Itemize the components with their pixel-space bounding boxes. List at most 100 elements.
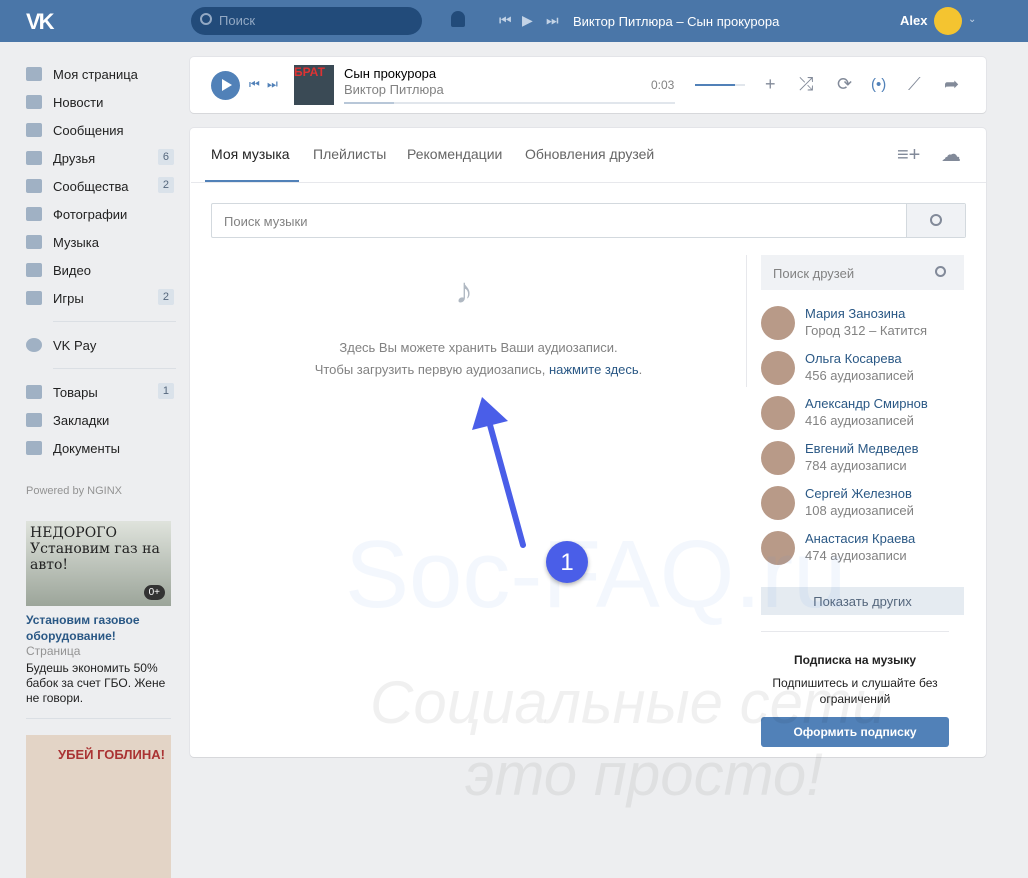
vkpay-icon <box>26 338 42 352</box>
play-button[interactable] <box>211 71 240 100</box>
friend-avatar[interactable] <box>761 351 795 385</box>
next-icon[interactable]: ⏭ <box>267 77 278 92</box>
group-icon <box>26 179 42 193</box>
empty-state: Здесь Вы можете хранить Ваши аудиозаписи… <box>314 340 643 377</box>
track-artist[interactable]: Виктор Питлюра <box>344 82 444 97</box>
header-now-playing[interactable]: Виктор Питлюра – Сын прокурора <box>573 14 779 29</box>
sidebar-item-bookmarks[interactable]: Закладки <box>26 406 176 434</box>
shuffle-icon[interactable]: ⤮ <box>799 74 813 95</box>
friend-name[interactable]: Мария Занозина <box>805 306 905 321</box>
sidebar-item-goods[interactable]: Товары 1 <box>26 378 176 406</box>
star-icon <box>26 413 42 427</box>
sidebar-item-video[interactable]: Видео <box>26 256 176 284</box>
friend-subtitle: 474 аудиозаписи <box>805 548 907 563</box>
search-icon <box>200 13 212 25</box>
sidebar-item-communities[interactable]: Сообщества 2 <box>26 172 176 200</box>
music-icon <box>26 235 42 249</box>
friend-name[interactable]: Евгений Медведев <box>805 441 919 456</box>
share-icon[interactable]: ➦ <box>944 74 959 95</box>
sidebar-item-photos[interactable]: Фотографии <box>26 200 176 228</box>
subscription-block: Подписка на музыку Подпишитесь и слушайте… <box>761 631 949 707</box>
sidebar-item-messages[interactable]: Сообщения <box>26 116 176 144</box>
play-icon[interactable]: ▶ <box>522 12 533 29</box>
add-playlist-icon[interactable]: ≡+ <box>897 144 920 167</box>
message-icon <box>26 123 42 137</box>
track-time: 0:03 <box>651 78 675 92</box>
friend-name[interactable]: Ольга Косарева <box>805 351 902 366</box>
count-badge: 6 <box>157 149 174 165</box>
count-badge: 2 <box>157 289 174 305</box>
friend-name[interactable]: Анастасия Краева <box>805 531 915 546</box>
tab-my-music[interactable]: Моя музыка <box>211 146 290 162</box>
sidebar-item-vkpay[interactable]: VK Pay <box>26 331 176 359</box>
subscribe-button[interactable]: Оформить подписку <box>761 717 949 747</box>
ad-image-2[interactable]: УБЕЙ ГОБЛИНА! <box>26 735 171 878</box>
annotation-arrow <box>472 397 526 548</box>
music-search-input[interactable]: Поиск музыки <box>211 203 966 238</box>
friend-subtitle: 416 аудиозаписей <box>805 413 914 428</box>
magic-wand-icon[interactable]: ⟋ <box>908 74 921 95</box>
powered-by[interactable]: Powered by NGINX <box>26 485 122 497</box>
vk-logo[interactable]: VK <box>26 9 55 35</box>
add-icon[interactable]: + <box>765 74 776 95</box>
friend-avatar[interactable] <box>761 396 795 430</box>
search-icon <box>935 266 946 277</box>
sidebar-item-news[interactable]: Новости <box>26 88 176 116</box>
header-search-input[interactable]: Поиск <box>191 7 422 35</box>
tab-recommendations[interactable]: Рекомендации <box>407 146 502 162</box>
friend-avatar[interactable] <box>761 486 795 520</box>
broadcast-icon[interactable]: (•) <box>871 76 886 93</box>
sidebar-item-documents[interactable]: Документы <box>26 434 176 462</box>
prev-icon[interactable]: ⏮ <box>249 77 260 92</box>
news-icon <box>26 95 42 109</box>
friend-subtitle: 784 аудиозаписи <box>805 458 907 473</box>
avatar[interactable] <box>934 7 962 35</box>
show-more-button[interactable]: Показать других <box>761 587 964 615</box>
header: VK Поиск ⏮ ▶ ⏭ Виктор Питлюра – Сын прок… <box>0 0 1028 42</box>
bag-icon <box>26 385 42 399</box>
sidebar-item-my-page[interactable]: Моя страница <box>26 60 176 88</box>
ad-type: Страница <box>26 644 81 658</box>
annotation-badge: 1 <box>546 541 588 583</box>
volume-fill <box>695 84 735 86</box>
search-button[interactable] <box>906 204 965 237</box>
sidebar-item-games[interactable]: Игры 2 <box>26 284 176 312</box>
progress-bar[interactable] <box>344 102 675 104</box>
track-title[interactable]: Сын прокурора <box>344 66 436 81</box>
search-icon <box>930 214 942 226</box>
ad-title[interactable]: Установим газовое оборудование! <box>26 612 171 644</box>
divider <box>26 718 171 719</box>
tab-playlists[interactable]: Плейлисты <box>313 146 386 162</box>
repeat-icon[interactable]: ⟳ <box>837 74 852 95</box>
friend-avatar[interactable] <box>761 441 795 475</box>
divider <box>53 368 176 369</box>
progress-fill <box>344 102 394 104</box>
ad-description: Будешь экономить 50% бабок за счет ГБО. … <box>26 661 166 705</box>
video-icon <box>26 263 42 277</box>
prev-icon[interactable]: ⏮ <box>499 12 512 29</box>
friend-avatar[interactable] <box>761 306 795 340</box>
friend-name[interactable]: Сергей Железнов <box>805 486 912 501</box>
friend-subtitle: 108 аудиозаписей <box>805 503 914 518</box>
count-badge: 1 <box>157 383 174 399</box>
tab-friends-updates[interactable]: Обновления друзей <box>525 146 654 162</box>
upload-link[interactable]: нажмите здесь <box>549 362 639 377</box>
friends-search-input[interactable]: Поиск друзей <box>761 255 964 290</box>
bell-icon[interactable] <box>451 11 465 27</box>
ad-image[interactable]: НЕДОРОГО Установим газ на авто! 0+ <box>26 521 171 606</box>
sidebar-item-music[interactable]: Музыка <box>26 228 176 256</box>
friend-name[interactable]: Александр Смирнов <box>805 396 928 411</box>
friend-subtitle: 456 аудиозаписей <box>805 368 914 383</box>
chevron-down-icon[interactable]: ⌄ <box>968 14 976 25</box>
gamepad-icon <box>26 291 42 305</box>
friend-avatar[interactable] <box>761 531 795 565</box>
age-badge: 0+ <box>143 585 165 600</box>
volume-slider[interactable] <box>695 84 745 86</box>
divider <box>746 255 747 387</box>
sidebar-item-friends[interactable]: Друзья 6 <box>26 144 176 172</box>
next-icon[interactable]: ⏭ <box>546 12 559 29</box>
user-name[interactable]: Alex <box>900 13 927 28</box>
upload-cloud-icon[interactable]: ☁ <box>941 142 961 167</box>
document-icon <box>26 441 42 455</box>
count-badge: 2 <box>157 177 174 193</box>
